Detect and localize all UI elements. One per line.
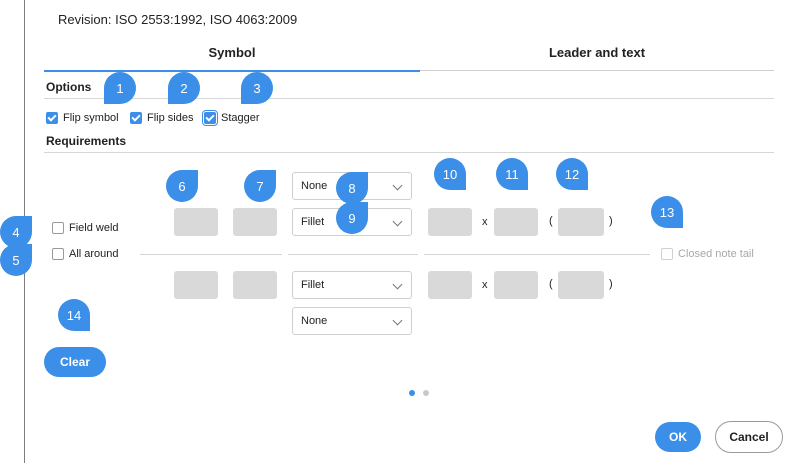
bottom-weld-type-dropdown[interactable]: Fillet: [292, 271, 412, 299]
options-title: Options: [46, 80, 92, 94]
callout-marker: 12: [556, 158, 588, 190]
stagger-checkbox[interactable]: Stagger: [202, 110, 260, 126]
callout-marker: 7: [244, 170, 276, 202]
checkbox-unchecked-icon: [661, 248, 673, 260]
callout-marker: 10: [434, 158, 466, 190]
chevron-down-icon: [392, 180, 403, 191]
bottom-weld-type-value: Fillet: [301, 279, 325, 291]
all-around-checkbox[interactable]: All around: [52, 248, 119, 260]
flip-symbol-label: Flip symbol: [63, 112, 119, 124]
top-pitch-field[interactable]: [558, 208, 604, 236]
bottom-count-field[interactable]: [494, 271, 538, 299]
page-indicator-active[interactable]: [409, 390, 415, 396]
revision-label: Revision: ISO 2553:1992, ISO 4063:2009: [58, 12, 298, 27]
callout-marker: 5: [0, 244, 32, 276]
top-size-field[interactable]: [233, 208, 277, 236]
reference-line-left: [140, 254, 282, 255]
field-weld-checkbox[interactable]: Field weld: [52, 222, 119, 234]
active-tab-indicator: [44, 70, 420, 72]
flip-sides-label: Flip sides: [147, 112, 194, 124]
top-open-paren: (: [549, 215, 553, 227]
reference-line-right: [424, 254, 650, 255]
closed-note-tail-label: Closed note tail: [678, 248, 754, 260]
bottom-size-field[interactable]: [233, 271, 277, 299]
callout-marker: 3: [241, 72, 273, 104]
callout-marker: 6: [166, 170, 198, 202]
field-weld-label: Field weld: [69, 222, 119, 234]
checkbox-unchecked-icon: [52, 248, 64, 260]
ok-button[interactable]: OK: [655, 422, 701, 452]
top-prefix-field[interactable]: [174, 208, 218, 236]
closed-note-tail-checkbox[interactable]: Closed note tail: [661, 248, 754, 260]
requirements-divider: [44, 152, 774, 153]
checkbox-checked-icon: [130, 112, 142, 124]
all-around-label: All around: [69, 248, 119, 260]
tab-leader-and-text[interactable]: Leader and text: [420, 45, 774, 60]
top-count-field[interactable]: [494, 208, 538, 236]
chevron-down-icon: [392, 279, 403, 290]
callout-marker: 1: [104, 72, 136, 104]
top-weld-type-value: Fillet: [301, 216, 325, 228]
chevron-down-icon: [392, 216, 403, 227]
checkbox-unchecked-icon: [52, 222, 64, 234]
callout-marker: 13: [651, 196, 683, 228]
bottom-prefix-field[interactable]: [174, 271, 218, 299]
bottom-contour-dropdown[interactable]: None: [292, 307, 412, 335]
bottom-times-symbol: x: [482, 279, 488, 291]
callout-marker: 14: [58, 299, 90, 331]
stagger-label: Stagger: [221, 112, 260, 124]
bottom-contour-value: None: [301, 315, 328, 327]
callout-marker: 9: [336, 202, 368, 234]
bottom-close-paren: ): [609, 278, 613, 290]
checkbox-checked-icon: [46, 112, 58, 124]
options-divider: [44, 98, 774, 99]
clear-button[interactable]: Clear: [44, 347, 106, 377]
callout-marker: 11: [496, 158, 528, 190]
checkbox-checked-icon: [202, 110, 218, 126]
bottom-open-paren: (: [549, 278, 553, 290]
page-indicator-inactive[interactable]: [423, 390, 429, 396]
requirements-title: Requirements: [46, 134, 127, 148]
reference-line-middle: [288, 254, 418, 255]
tab-symbol[interactable]: Symbol: [44, 45, 420, 60]
bottom-length-field[interactable]: [428, 271, 472, 299]
top-times-symbol: x: [482, 216, 488, 228]
chevron-down-icon: [392, 315, 403, 326]
callout-marker: 2: [168, 72, 200, 104]
bottom-pitch-field[interactable]: [558, 271, 604, 299]
top-close-paren: ): [609, 215, 613, 227]
cancel-button[interactable]: Cancel: [715, 421, 783, 453]
top-contour-value: None: [301, 180, 328, 192]
top-length-field[interactable]: [428, 208, 472, 236]
flip-symbol-checkbox[interactable]: Flip symbol: [46, 112, 119, 124]
callout-marker: 8: [336, 172, 368, 204]
tab-divider: [420, 70, 774, 71]
flip-sides-checkbox[interactable]: Flip sides: [130, 112, 193, 124]
